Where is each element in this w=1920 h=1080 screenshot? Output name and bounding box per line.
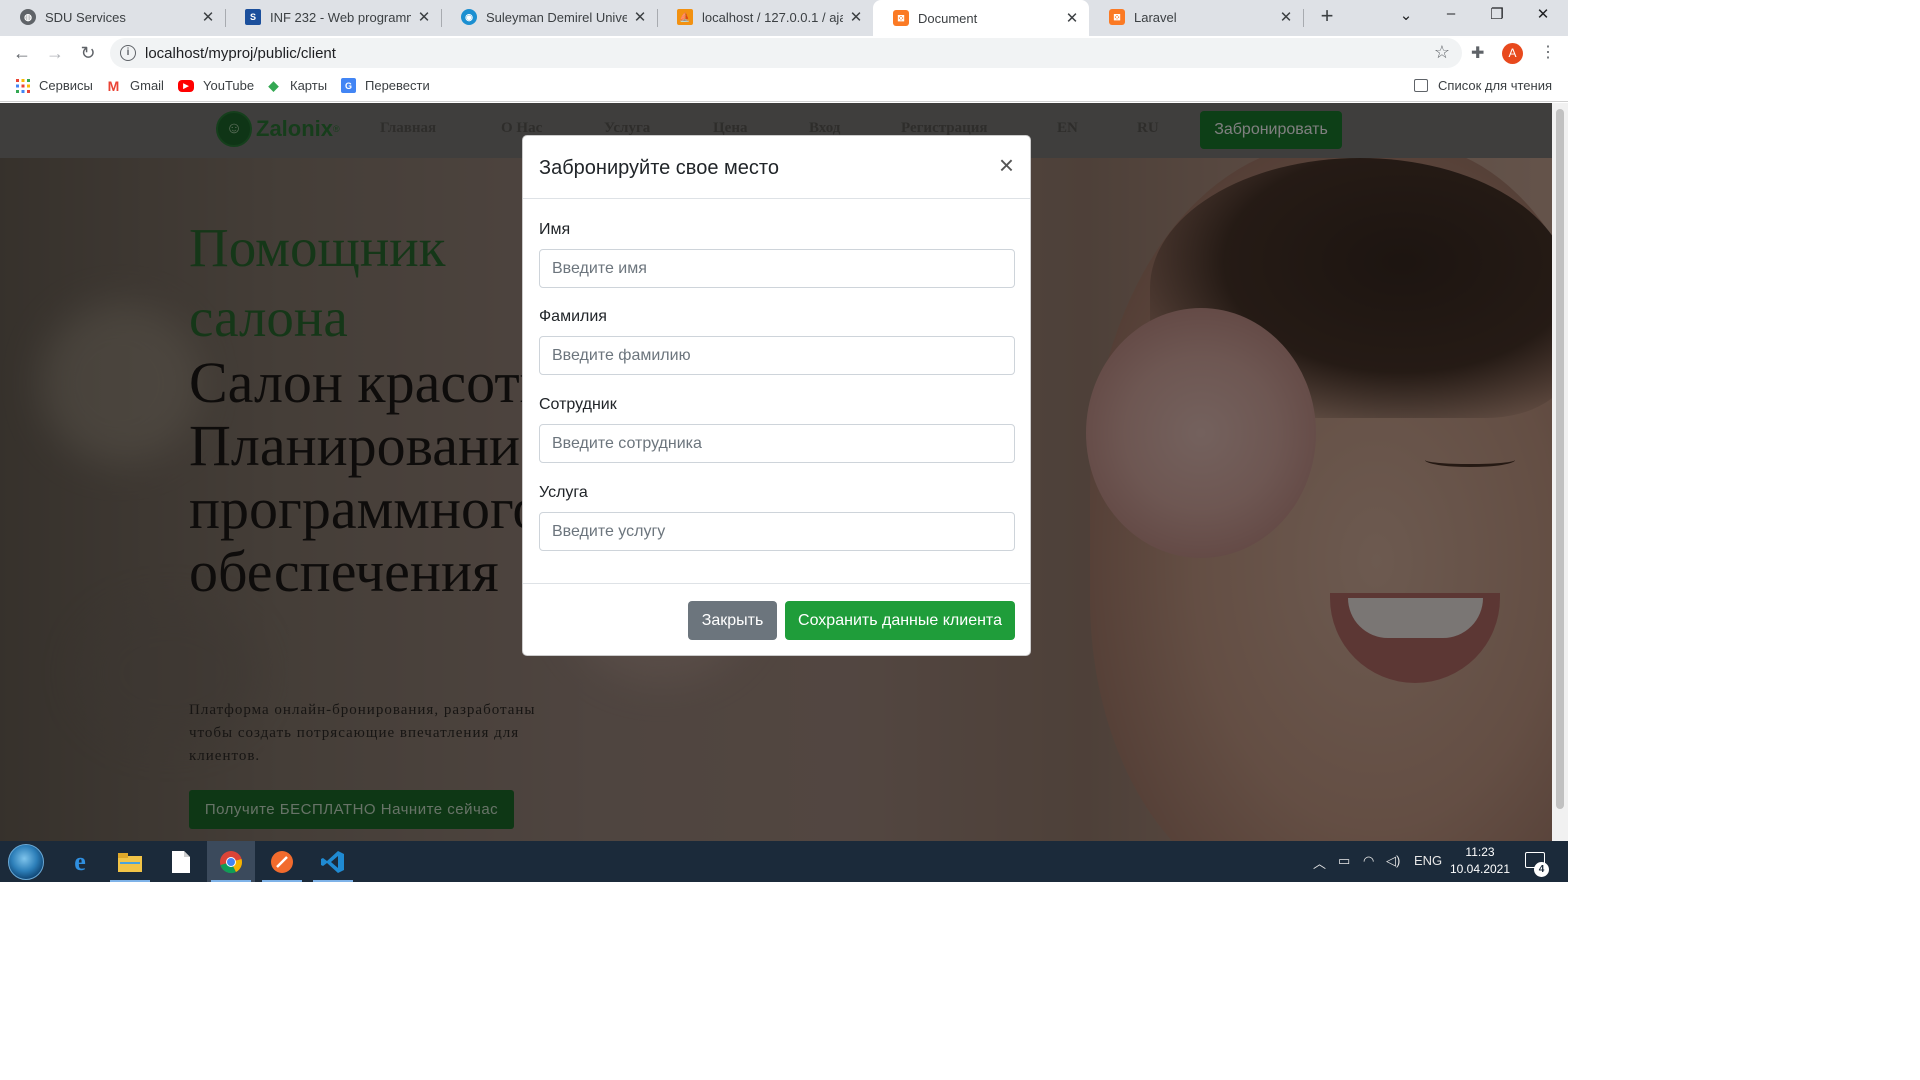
tray-chevron-up-icon[interactable]: ︿ [1313,853,1326,872]
close-button[interactable]: Закрыть [688,601,777,640]
tab-laravel[interactable]: ⊠ Laravel ✕ [1089,0,1303,34]
new-tab-plus-icon[interactable]: + [1316,5,1338,28]
sdu-circle-icon: ◉ [461,9,477,25]
tab-phpmyadmin[interactable]: ⛵ localhost / 127.0.0.1 / ajax / ✕ [657,0,873,34]
booking-modal: Забронируйте свое место × Имя Фамилия Со… [522,135,1031,656]
window-close-icon[interactable]: ✕ [1528,5,1558,23]
forward-arrow-icon[interactable]: → [43,41,67,65]
tab-close-icon[interactable]: ✕ [201,8,215,26]
tab-close-icon[interactable]: ✕ [1065,9,1079,27]
last-name-input[interactable] [539,336,1015,375]
sdu-icon: S [245,9,261,25]
service-input[interactable] [539,512,1015,551]
system-clock[interactable]: 11:23 10.04.2021 [1440,844,1520,878]
file-explorer-icon[interactable] [106,841,154,882]
employee-label: Сотрудник [539,396,617,413]
edge-icon[interactable]: e [56,841,104,882]
bookmarks-bar: Сервисы M Gmail ▶ YouTube ◆ Карты G Пере… [0,70,1568,102]
start-orb-icon[interactable] [8,844,44,880]
gmail-icon: M [107,77,120,94]
extensions-puzzle-icon[interactable]: ✚ [1471,43,1484,63]
maps-icon: ◆ [268,77,279,93]
browser-tabstrip: ◍ SDU Services ✕ S INF 232 - Web program… [0,0,1568,36]
scrollbar-thumb[interactable] [1556,109,1564,809]
tab-close-icon[interactable]: ✕ [1279,8,1293,26]
first-name-input[interactable] [539,249,1015,288]
maximize-icon[interactable]: ❐ [1482,5,1512,23]
xampp-icon: ⊠ [1109,9,1125,25]
tab-document[interactable]: ⊠ Document ✕ [873,0,1089,36]
browser-toolbar: ← → ↻ i localhost/myproj/public/client ☆… [0,36,1568,70]
modal-footer: Закрыть Сохранить данные клиента [523,583,1030,655]
reload-icon[interactable]: ↻ [76,41,100,65]
windows-taskbar: e ︿ ▭ ◠ ◁) ENG 11:23 10.04.2021 4 [0,841,1568,882]
site-info-icon[interactable]: i [120,45,136,61]
modal-header: Забронируйте свое место × [523,136,1030,199]
translate-icon: G [341,78,356,93]
modal-title: Забронируйте свое место [539,157,779,179]
back-arrow-icon[interactable]: ← [10,41,34,65]
xampp-icon: ⊠ [893,10,909,26]
page-scrollbar[interactable] [1552,103,1568,841]
profile-avatar[interactable]: A [1502,43,1523,64]
reading-list-icon [1414,79,1429,92]
bookmark-gmail[interactable]: M Gmail [106,77,164,94]
phpmyadmin-icon: ⛵ [677,9,693,25]
save-client-button[interactable]: Сохранить данные клиента [785,601,1015,640]
youtube-icon: ▶ [178,79,194,92]
modal-close-icon[interactable]: × [999,152,1014,178]
chrome-icon[interactable] [207,841,255,882]
volume-icon[interactable]: ◁) [1386,853,1400,869]
bookmark-translate[interactable]: G Перевести [341,78,430,93]
notification-count-badge: 4 [1534,862,1549,877]
battery-icon[interactable]: ▭ [1338,853,1350,869]
url-text[interactable]: localhost/myproj/public/client [145,45,336,62]
apps-grid-icon [15,78,30,93]
last-name-label: Фамилия [539,308,607,325]
globe-icon: ◍ [20,9,36,25]
wifi-icon[interactable]: ◠ [1363,853,1374,869]
tab-close-icon[interactable]: ✕ [849,8,863,26]
service-label: Услуга [539,484,588,501]
tab-sdu-university[interactable]: ◉ Suleyman Demirel University ✕ [441,0,657,34]
bookmark-maps[interactable]: ◆ Карты [266,77,328,94]
bookmark-star-icon[interactable]: ☆ [1434,42,1450,63]
tab-sdu-services[interactable]: ◍ SDU Services ✕ [0,0,225,34]
browser-menu-icon[interactable]: ⋮ [1540,42,1556,62]
tab-close-icon[interactable]: ✕ [417,8,431,26]
bookmark-youtube[interactable]: ▶ YouTube [178,78,254,93]
input-language[interactable]: ENG [1414,853,1442,868]
minimize-icon[interactable]: – [1436,5,1466,22]
notepad-icon[interactable] [157,841,205,882]
brackets-icon[interactable] [258,841,306,882]
reading-list[interactable]: Список для чтения [1414,78,1552,93]
tab-separator [1303,9,1304,27]
vscode-icon[interactable] [309,841,357,882]
bookmark-apps[interactable]: Сервисы [15,78,93,93]
tab-inf232[interactable]: S INF 232 - Web programming ✕ [225,0,441,34]
first-name-label: Имя [539,221,571,238]
tab-search-dropdown-icon[interactable]: ⌄ [1391,6,1421,24]
employee-input[interactable] [539,424,1015,463]
address-bar[interactable]: i localhost/myproj/public/client ☆ [110,38,1462,68]
tab-close-icon[interactable]: ✕ [633,8,647,26]
